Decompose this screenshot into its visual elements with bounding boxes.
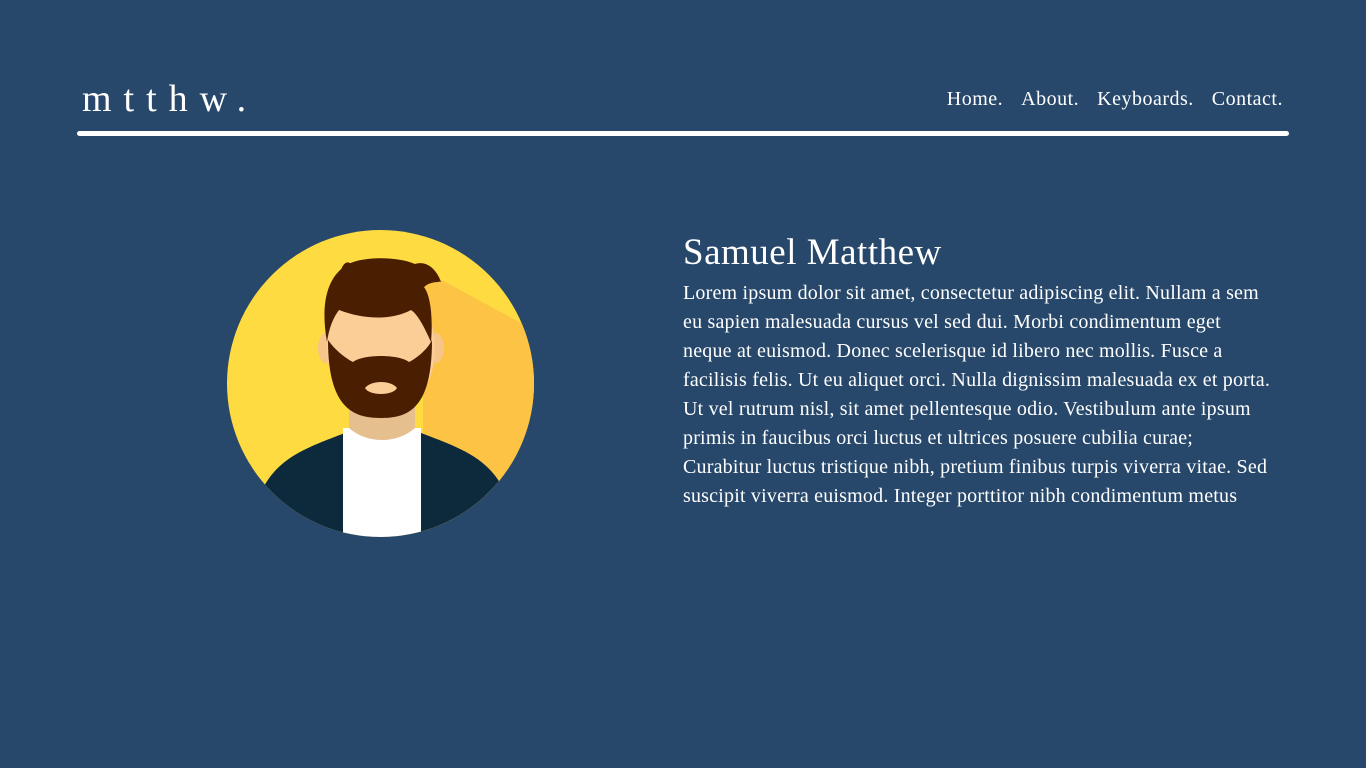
nav-keyboards-link[interactable]: Keyboards. bbox=[1097, 88, 1194, 111]
site-header: mtthw. Home. About. Keyboards. Contact. bbox=[77, 76, 1289, 122]
nav-contact-link[interactable]: Contact. bbox=[1212, 88, 1283, 111]
profile-bio: Lorem ipsum dolor sit amet, consectetur … bbox=[683, 282, 1271, 507]
header-divider bbox=[77, 131, 1289, 136]
page: mtthw. Home. About. Keyboards. Contact. bbox=[0, 0, 1366, 768]
site-logo[interactable]: mtthw. bbox=[82, 76, 258, 122]
bearded-man-avatar-icon bbox=[227, 230, 534, 537]
nav-about-link[interactable]: About. bbox=[1021, 88, 1079, 111]
main-nav: Home. About. Keyboards. Contact. bbox=[947, 76, 1283, 122]
profile-name: Samuel Matthew bbox=[683, 232, 942, 273]
nav-home-link[interactable]: Home. bbox=[947, 88, 1003, 111]
